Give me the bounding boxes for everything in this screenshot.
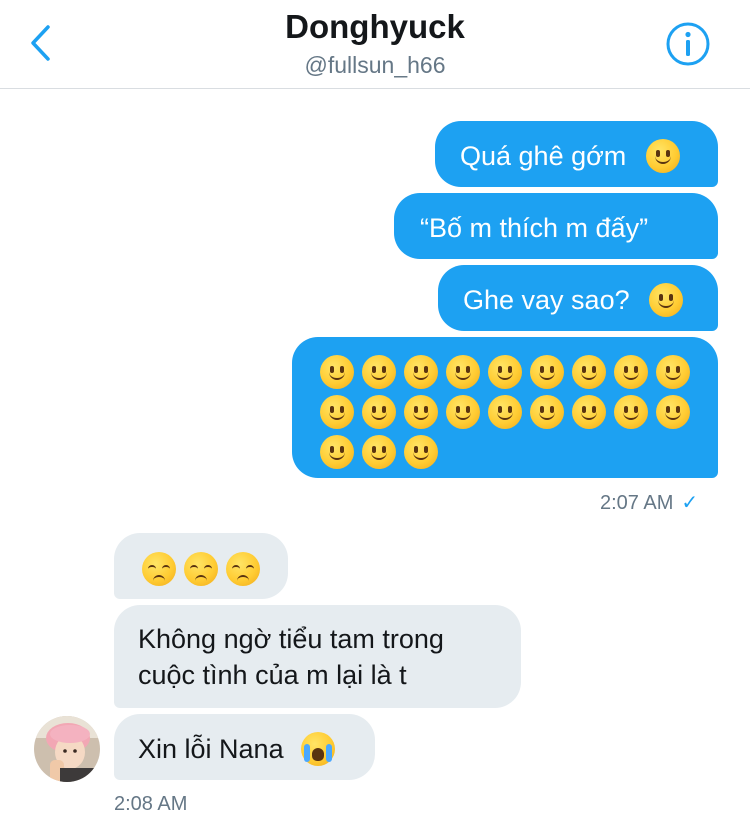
read-check-icon: ✓ <box>681 492 699 514</box>
message-text: “Bố m thích m đấy” <box>420 212 649 243</box>
message-timestamp: 2:08 AM <box>114 793 188 815</box>
info-icon <box>666 22 710 66</box>
conversation-handle[interactable]: @fullsun_h66 <box>0 52 750 79</box>
message-bubble-incoming[interactable]: Không ngờ tiểu tam trong cuộc tình của m… <box>114 605 521 708</box>
slightly-smiling-face-icon <box>572 395 606 429</box>
conversation-title[interactable]: Donghyuck <box>0 8 750 46</box>
loudly-crying-face-icon <box>301 731 336 766</box>
slightly-smiling-face-icon <box>530 355 564 389</box>
avatar-image <box>34 716 100 782</box>
message-bubble-incoming[interactable] <box>114 533 288 599</box>
timestamp-text: 2:07 AM <box>600 492 674 514</box>
slightly-smiling-face-icon <box>645 138 680 173</box>
slightly-smiling-face-icon <box>404 435 438 469</box>
pensive-face-icon <box>184 551 218 586</box>
slightly-smiling-face-icon <box>404 355 438 389</box>
slightly-smiling-face-icon <box>320 435 354 469</box>
slightly-smiling-face-icon <box>649 282 684 317</box>
slightly-smiling-face-icon <box>614 355 648 389</box>
message-text: Xin lỗi Nana <box>138 733 284 764</box>
message-text-line: cuộc tình của m lại là t <box>138 660 407 690</box>
slightly-smiling-face-icon <box>320 395 354 429</box>
info-button[interactable] <box>664 20 712 68</box>
slightly-smiling-face-icon <box>404 395 438 429</box>
slightly-smiling-face-icon <box>614 395 648 429</box>
message-bubble-incoming[interactable]: Xin lỗi Nana <box>114 714 375 780</box>
slightly-smiling-face-icon <box>446 395 480 429</box>
slightly-smiling-face-icon <box>362 395 396 429</box>
avatar[interactable] <box>34 716 100 782</box>
message-text-line: Không ngờ tiểu tam trong <box>138 624 444 654</box>
message-text: Quá ghê gớm <box>460 140 627 171</box>
message-bubble-outgoing[interactable]: “Bố m thích m đấy” <box>394 193 718 259</box>
message-bubble-outgoing[interactable]: Quá ghê gớm <box>435 121 718 187</box>
message-bubble-outgoing[interactable] <box>292 337 718 478</box>
slightly-smiling-face-icon <box>656 355 690 389</box>
message-bubble-outgoing[interactable]: Ghe vay sao? <box>438 265 718 331</box>
pensive-face-icon <box>142 551 176 586</box>
slightly-smiling-face-icon <box>488 355 522 389</box>
slightly-smiling-face-icon <box>656 395 690 429</box>
slightly-smiling-face-icon <box>320 355 354 389</box>
slightly-smiling-face-icon <box>572 355 606 389</box>
slightly-smiling-face-icon <box>446 355 480 389</box>
slightly-smiling-face-icon <box>362 435 396 469</box>
emoji-grid <box>320 355 692 469</box>
message-timestamp: 2:07 AM ✓ <box>600 490 698 515</box>
slightly-smiling-face-icon <box>488 395 522 429</box>
slightly-smiling-face-icon <box>362 355 396 389</box>
slightly-smiling-face-icon <box>530 395 564 429</box>
pensive-face-icon <box>226 551 260 586</box>
conversation-header: Donghyuck @fullsun_h66 <box>0 0 750 89</box>
message-text: Ghe vay sao? <box>463 284 630 315</box>
